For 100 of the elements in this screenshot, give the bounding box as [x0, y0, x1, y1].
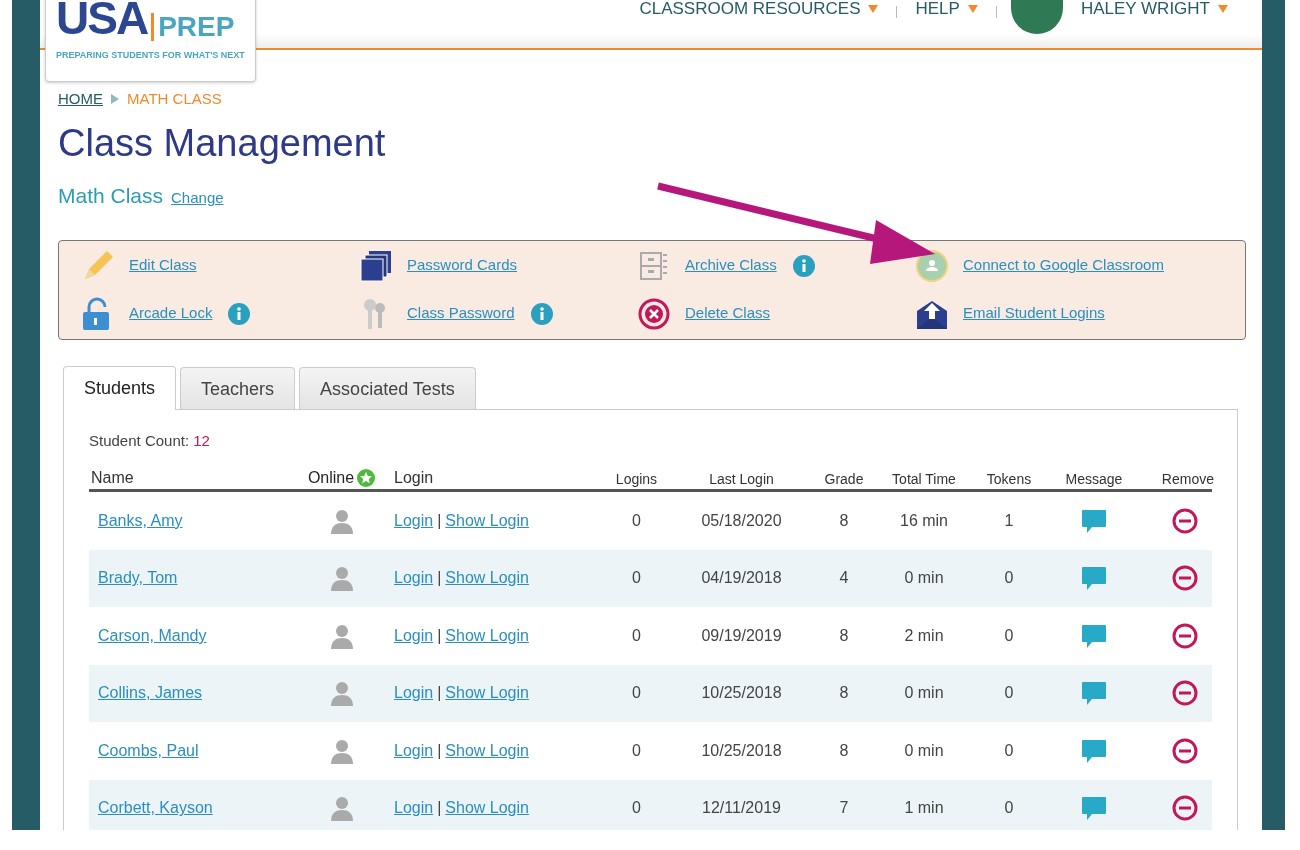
table-cell-text: 0 — [631, 510, 642, 531]
remove-icon[interactable] — [1172, 507, 1198, 534]
column-header: Total Time — [891, 470, 957, 490]
caret-icon — [868, 4, 879, 13]
login-link[interactable]: Login — [394, 626, 434, 644]
nav-menu[interactable]: HELP — [911, 0, 982, 22]
login-link[interactable]: Login — [394, 569, 434, 587]
remove-icon[interactable] — [1172, 565, 1198, 592]
divider-text: | — [437, 569, 442, 587]
info-icon[interactable] — [792, 254, 815, 277]
table-cell-text: 8 — [838, 740, 850, 761]
breadcrumb-separator-icon — [111, 94, 119, 105]
table-cell-text: 16 min — [899, 510, 949, 531]
show-login-link[interactable]: Show Login — [445, 799, 529, 817]
remove-icon[interactable] — [1172, 795, 1198, 822]
change-link[interactable]: Change — [171, 187, 224, 210]
divider-text: | — [437, 741, 442, 759]
action-link[interactable]: Archive Class — [685, 254, 777, 277]
caret-icon — [1218, 4, 1228, 13]
student-name-link[interactable]: Carson, Mandy — [98, 626, 207, 644]
column-header: Grade — [823, 470, 865, 490]
table-cell-text: 0 — [631, 683, 642, 704]
student-name-link[interactable]: Collins, James — [98, 684, 203, 702]
delete-circle-icon — [637, 296, 671, 331]
table-cell-text: 10/25/2018 — [700, 683, 783, 704]
show-login-link[interactable]: Show Login — [445, 511, 529, 529]
logo-tagline: PREPARING STUDENTS FOR WHAT'S NEXT — [56, 49, 245, 62]
column-header: Last Login — [708, 470, 775, 490]
table-cell-text: 7 — [838, 798, 850, 819]
user-menu[interactable]: HALEY WRIGHT — [1076, 0, 1232, 22]
table-cell-text: 0 — [631, 798, 642, 819]
person-icon — [328, 680, 355, 707]
table-cell-text: 10/25/2018 — [700, 740, 783, 761]
table-cell-text: 1 min — [903, 798, 945, 819]
nav-menu[interactable]: CLASSROOM RESOURCES — [635, 0, 883, 22]
table-cell-text: 09/19/2019 — [700, 625, 783, 646]
info-icon[interactable] — [530, 302, 553, 325]
table-cell-text: 0 — [631, 625, 642, 646]
show-login-link[interactable]: Show Login — [445, 626, 529, 644]
table-cell-text: 05/18/2020 — [700, 510, 783, 531]
login-link[interactable]: Login — [394, 684, 434, 702]
action-link[interactable]: Edit Class — [129, 254, 197, 277]
remove-icon[interactable] — [1172, 737, 1198, 764]
student-name-link[interactable]: Brady, Tom — [98, 569, 178, 587]
action-link[interactable]: Connect to Google Classroom — [963, 254, 1164, 277]
table-cell-text: 0 — [1003, 625, 1015, 646]
tab[interactable]: Teachers — [180, 366, 296, 409]
table-cell-text: 12/11/2019 — [701, 798, 782, 819]
logo[interactable]: USA PREP PREPARING STUDENTS FOR WHAT'S NEXT — [45, 0, 256, 82]
avatar[interactable] — [1010, 0, 1063, 34]
column-header: Login — [394, 468, 435, 489]
table-cell-text: 4 — [838, 568, 850, 589]
remove-icon[interactable] — [1172, 680, 1198, 707]
table-cell-text: 0 min — [903, 568, 945, 589]
action-link[interactable]: Email Student Logins — [963, 302, 1105, 325]
person-icon — [328, 565, 355, 592]
show-login-link[interactable]: Show Login — [445, 741, 529, 759]
table-cell-text: 0 — [1003, 740, 1015, 761]
action-link[interactable]: Arcade Lock — [129, 302, 213, 325]
column-header: Message — [1064, 470, 1124, 490]
table-cell-text: 8 — [838, 510, 850, 531]
column-header: Online — [307, 468, 355, 489]
table-cell-text: 8 — [838, 625, 850, 646]
student-name-link[interactable]: Banks, Amy — [98, 511, 183, 529]
tab[interactable]: Students — [63, 365, 177, 410]
table-cell-text: 0 — [631, 740, 642, 761]
person-icon — [328, 622, 355, 649]
login-link[interactable]: Login — [394, 741, 434, 759]
page-title: Class Management — [58, 120, 387, 166]
student-name-link[interactable]: Coombs, Paul — [98, 741, 199, 759]
class-name: Math Class — [58, 183, 164, 210]
action-link[interactable]: Delete Class — [685, 302, 771, 325]
column-header: Tokens — [985, 470, 1033, 490]
tab[interactable]: Associated Tests — [299, 366, 476, 409]
table-cell-text: 0 — [1003, 683, 1015, 704]
login-link[interactable]: Login — [394, 799, 434, 817]
login-link[interactable]: Login — [394, 511, 434, 529]
person-icon — [328, 507, 355, 534]
divider-text: | — [437, 799, 442, 817]
divider-text: | — [437, 684, 442, 702]
table-cell-text: 1 — [1003, 510, 1015, 531]
breadcrumb-current: MATH CLASS — [127, 89, 222, 109]
table-cell-text: 0 min — [903, 740, 945, 761]
logo-text: PREP — [151, 13, 235, 41]
divider-text: | — [437, 511, 442, 529]
table-cell-text: 0 — [631, 568, 642, 589]
student-name-link[interactable]: Corbett, Kayson — [98, 799, 213, 817]
divider-text: | — [437, 626, 442, 644]
show-login-link[interactable]: Show Login — [445, 569, 529, 587]
action-link[interactable]: Password Cards — [407, 254, 518, 277]
breadcrumb-link[interactable]: HOME — [58, 88, 103, 111]
remove-icon[interactable] — [1172, 622, 1198, 649]
student-count: Student Count: 12 — [89, 430, 211, 451]
table-cell-text: 0 min — [903, 683, 945, 704]
table-cell-text: 8 — [838, 683, 850, 704]
info-icon[interactable] — [228, 302, 251, 325]
cards-icon — [359, 248, 393, 283]
show-login-link[interactable]: Show Login — [445, 684, 529, 702]
column-header: Logins — [614, 470, 659, 490]
action-link[interactable]: Class Password — [407, 302, 515, 325]
